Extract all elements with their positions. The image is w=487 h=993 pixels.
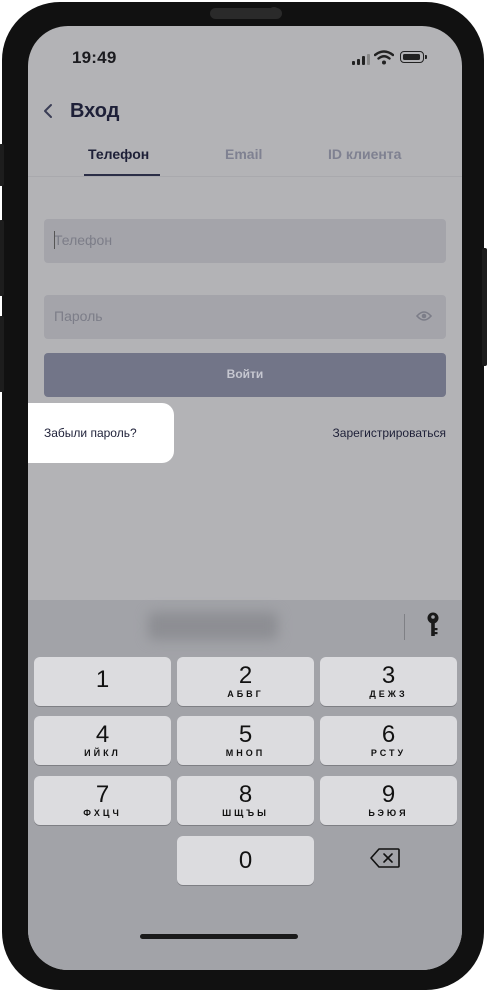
chevron-left-icon[interactable]: [42, 102, 54, 125]
power-button: [482, 248, 487, 366]
keyboard-toolbar: [28, 600, 462, 654]
signal-icon: [352, 54, 370, 65]
password-input[interactable]: Пароль: [44, 295, 446, 339]
key-4[interactable]: 4 ИЙКЛ: [34, 716, 171, 765]
key-7[interactable]: 7 ФХЦЧ: [34, 776, 171, 825]
status-bar: 19:49: [28, 26, 462, 86]
tab-phone[interactable]: Телефон: [88, 146, 149, 162]
volume-up-button: [0, 220, 4, 296]
key-icon[interactable]: [426, 612, 440, 638]
tab-client-id[interactable]: ID клиента: [328, 146, 401, 162]
page-header: Вход Телефон Email ID клиента: [28, 86, 462, 176]
phone-frame: 19:49 Вход Телефон Email ID клиента Теле…: [0, 2, 487, 990]
eye-icon[interactable]: [416, 310, 432, 322]
toolbar-divider: [404, 614, 405, 640]
text-cursor: [54, 231, 55, 249]
front-camera: [268, 7, 280, 19]
numeric-keyboard: 1 2 АБВГ 3 ДЕЖЗ 4 ИЙКЛ 5 МНОП 6 РСТУ 7 Ф…: [28, 600, 462, 970]
login-button[interactable]: Войти: [44, 353, 446, 397]
tab-email[interactable]: Email: [225, 146, 262, 162]
battery-icon: [400, 51, 427, 63]
volume-down-button: [0, 316, 4, 392]
wifi-icon: [374, 50, 394, 65]
forgot-password-link[interactable]: Забыли пароль?: [28, 403, 174, 463]
key-2[interactable]: 2 АБВГ: [177, 657, 314, 706]
key-6[interactable]: 6 РСТУ: [320, 716, 457, 765]
key-0[interactable]: 0: [177, 836, 314, 885]
password-placeholder: Пароль: [54, 308, 103, 324]
status-time: 19:49: [72, 48, 117, 67]
mute-switch: [0, 144, 4, 186]
home-indicator[interactable]: [140, 934, 298, 939]
phone-input[interactable]: Телефон: [44, 219, 446, 263]
login-method-tabs: Телефон Email ID клиента: [28, 144, 462, 176]
register-link[interactable]: Зарегистрироваться: [333, 426, 446, 440]
blurred-suggestion: [148, 612, 278, 640]
page-title: Вход: [70, 100, 120, 122]
header-divider: [28, 176, 462, 177]
login-button-label: Войти: [226, 367, 264, 381]
key-1[interactable]: 1: [34, 657, 171, 706]
key-5[interactable]: 5 МНОП: [177, 716, 314, 765]
delete-backspace-icon[interactable]: [370, 848, 400, 868]
key-9[interactable]: 9 ЬЭЮЯ: [320, 776, 457, 825]
forgot-password-label: Забыли пароль?: [44, 426, 137, 440]
screen: 19:49 Вход Телефон Email ID клиента Теле…: [28, 26, 462, 970]
key-3[interactable]: 3 ДЕЖЗ: [320, 657, 457, 706]
key-8[interactable]: 8 ШЩЪЫ: [177, 776, 314, 825]
phone-placeholder: Телефон: [54, 232, 113, 248]
